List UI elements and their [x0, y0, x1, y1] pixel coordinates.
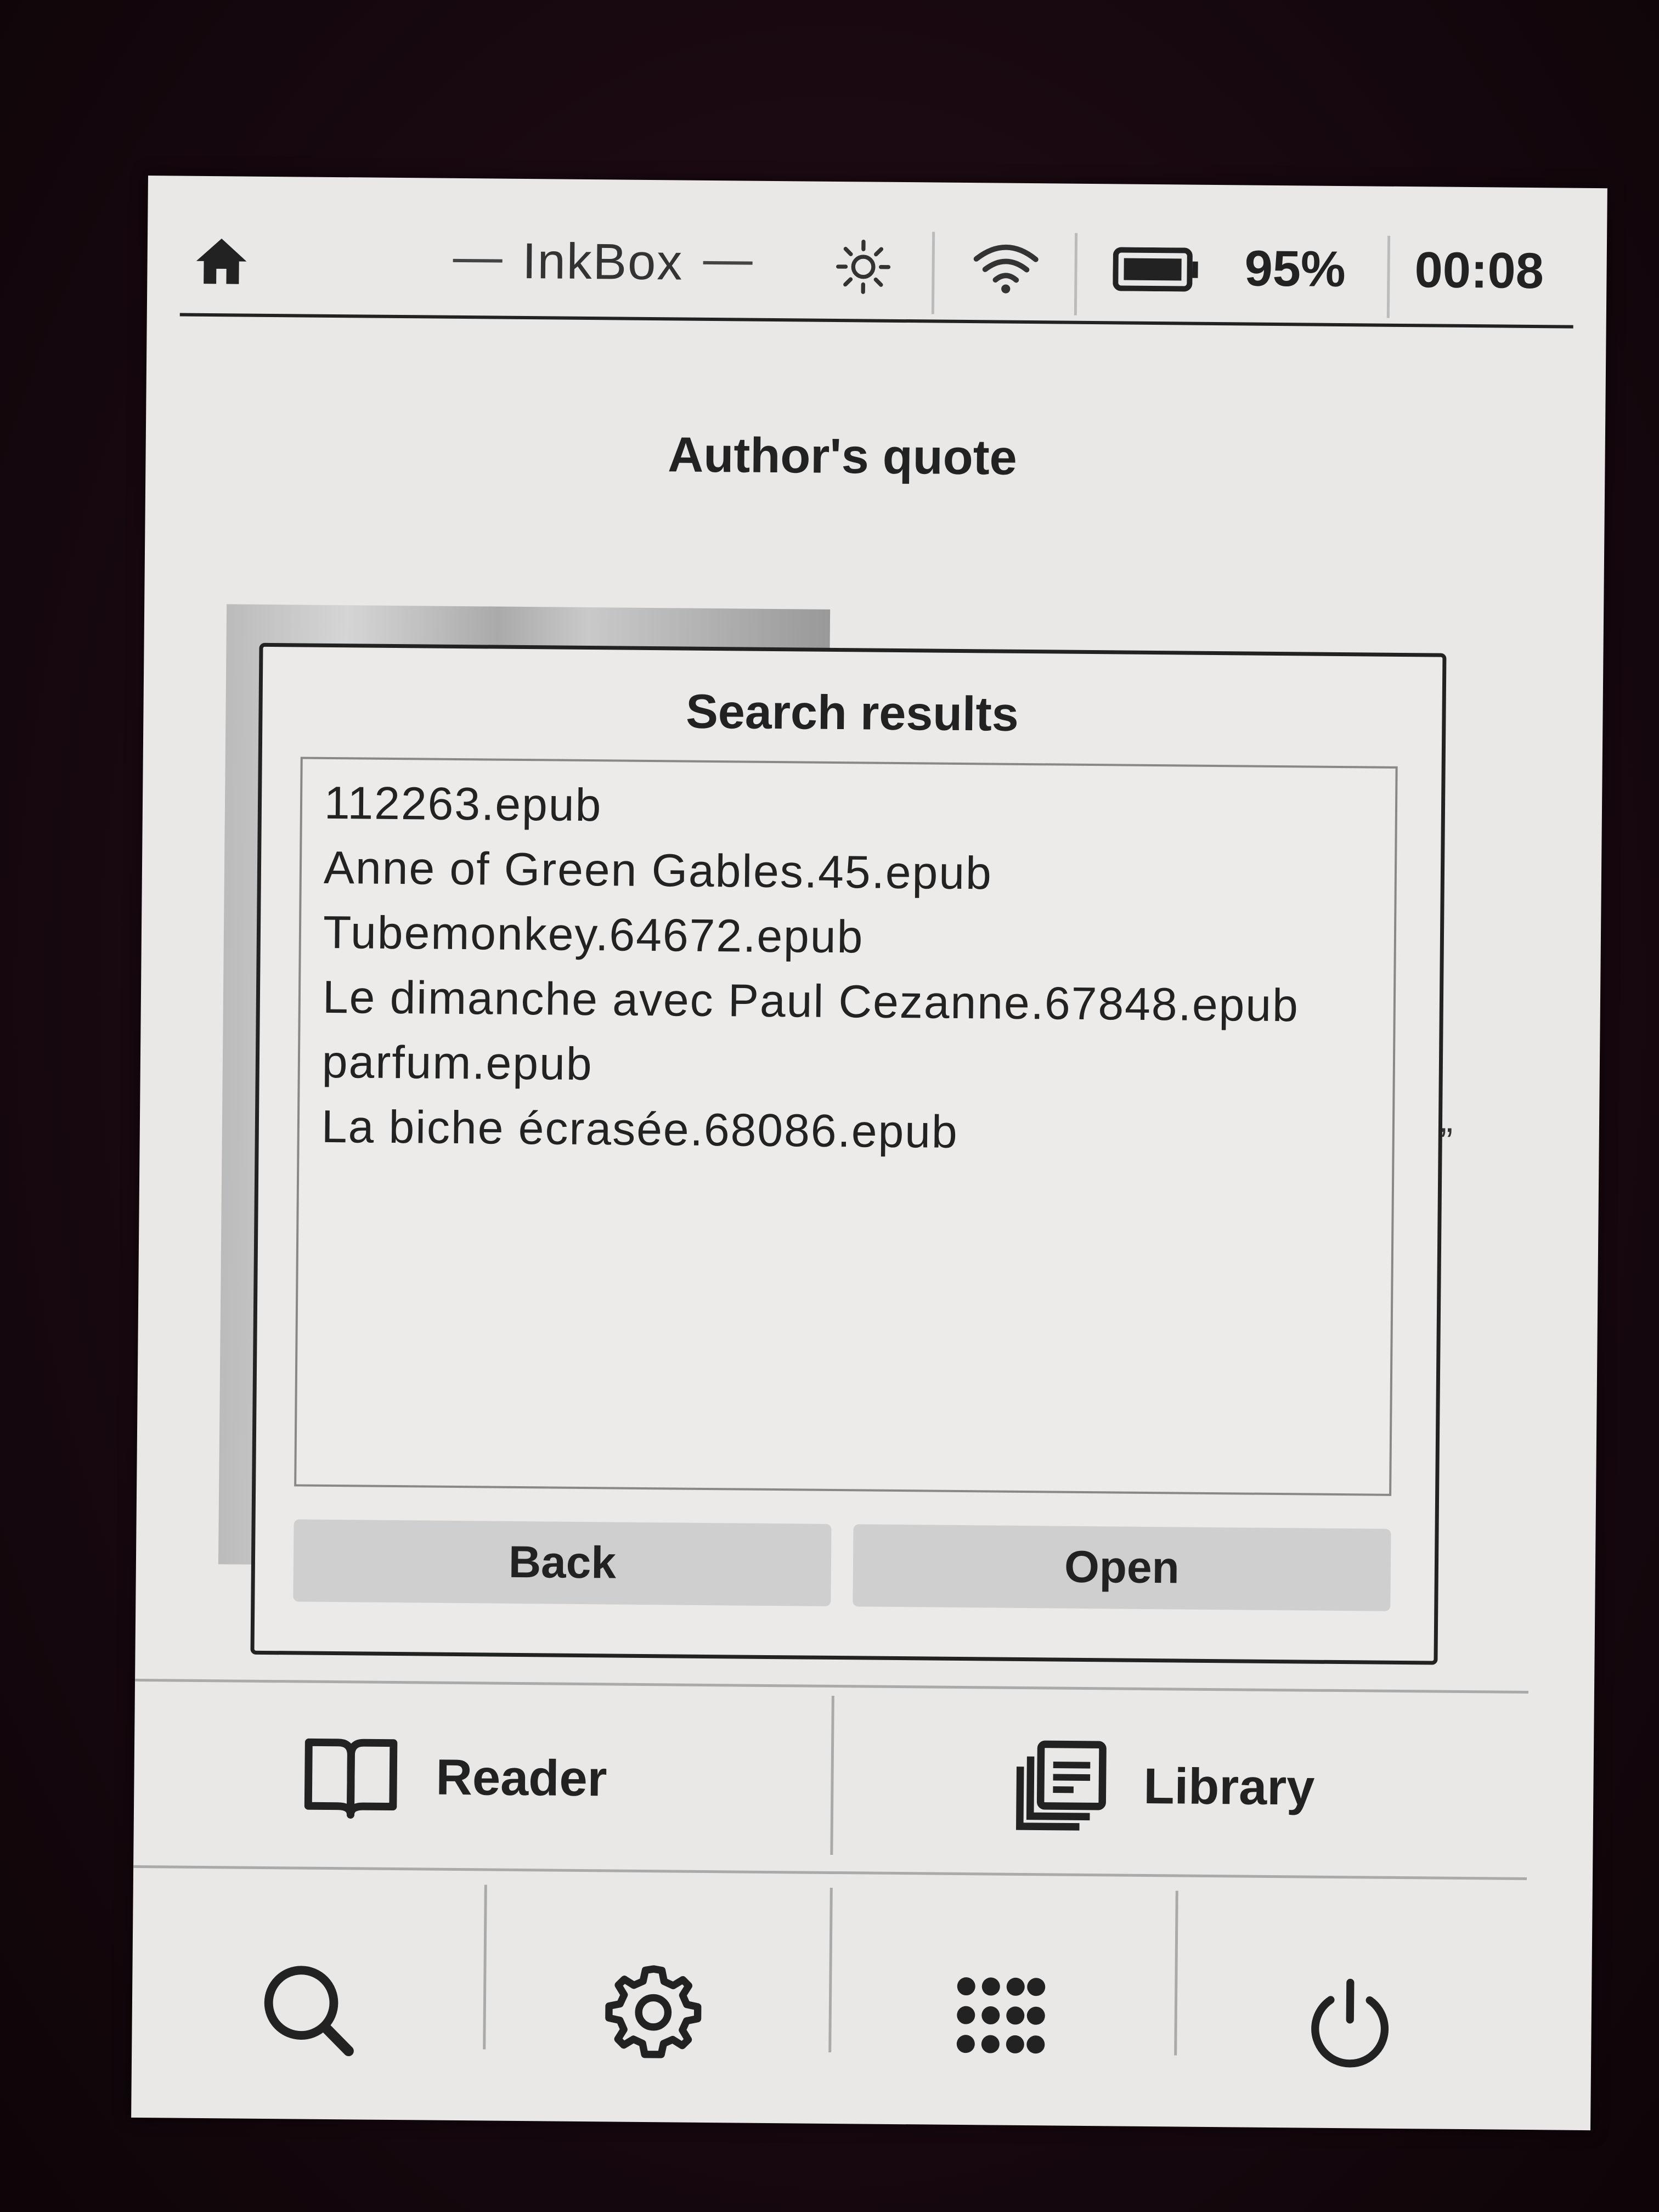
result-item[interactable]: La biche écrasée.68086.epub: [299, 1093, 1392, 1167]
result-item[interactable]: Anne of Green Gables.45.epub: [301, 834, 1395, 909]
status-separator: [931, 232, 935, 314]
divider: [133, 1865, 1527, 1881]
result-item[interactable]: Tubemonkey.64672.epub: [301, 899, 1394, 973]
battery-percentage: 95%: [1244, 240, 1346, 298]
divider: [828, 1887, 833, 2052]
open-button[interactable]: Open: [853, 1524, 1391, 1611]
power-icon: [1311, 1978, 1389, 2068]
settings-button[interactable]: [587, 1946, 720, 2079]
app-title: InkBox: [432, 228, 773, 296]
library-label: Library: [1143, 1758, 1315, 1816]
library-button[interactable]: Library: [1012, 1736, 1315, 1837]
status-separator: [1386, 235, 1391, 318]
clock: 00:08: [1414, 242, 1544, 300]
status-bar: InkBox 95% 00:08: [179, 208, 1575, 329]
apps-button[interactable]: [933, 1949, 1065, 2082]
book-open-icon: [304, 1738, 398, 1819]
search-results-dialog: Search results 112263.epub Anne of Green…: [250, 642, 1447, 1665]
result-item[interactable]: parfum.epub: [300, 1029, 1393, 1103]
battery-icon: [1113, 247, 1198, 292]
home-icon[interactable]: [191, 231, 252, 292]
divider: [483, 1884, 487, 2050]
power-button[interactable]: [1284, 1957, 1417, 2090]
divider: [1174, 1891, 1178, 2056]
search-icon: [264, 1966, 354, 2057]
result-item[interactable]: 112263.epub: [302, 770, 1396, 844]
wifi-icon[interactable]: [970, 238, 1042, 298]
results-list[interactable]: 112263.epub Anne of Green Gables.45.epub…: [294, 757, 1398, 1496]
library-icon: [1015, 1740, 1107, 1831]
back-button[interactable]: Back: [293, 1519, 832, 1606]
divider: [830, 1695, 834, 1855]
page-heading: Author's quote: [667, 427, 1018, 486]
dialog-title: Search results: [685, 684, 1019, 741]
status-separator: [1074, 233, 1078, 315]
reader-label: Reader: [436, 1749, 607, 1807]
brightness-icon[interactable]: [833, 236, 894, 297]
divider: [135, 1678, 1528, 1694]
e-reader-screen: InkBox 95% 00:08 Author's quote ” Search…: [131, 176, 1607, 2131]
search-button[interactable]: [241, 1943, 374, 2076]
result-item[interactable]: Le dimanche avec Paul Cezanne.67848.epub: [300, 964, 1393, 1038]
reader-button[interactable]: Reader: [298, 1730, 607, 1826]
apps-grid-icon: [956, 1977, 1046, 2054]
settings-gear-icon: [605, 1965, 702, 2058]
